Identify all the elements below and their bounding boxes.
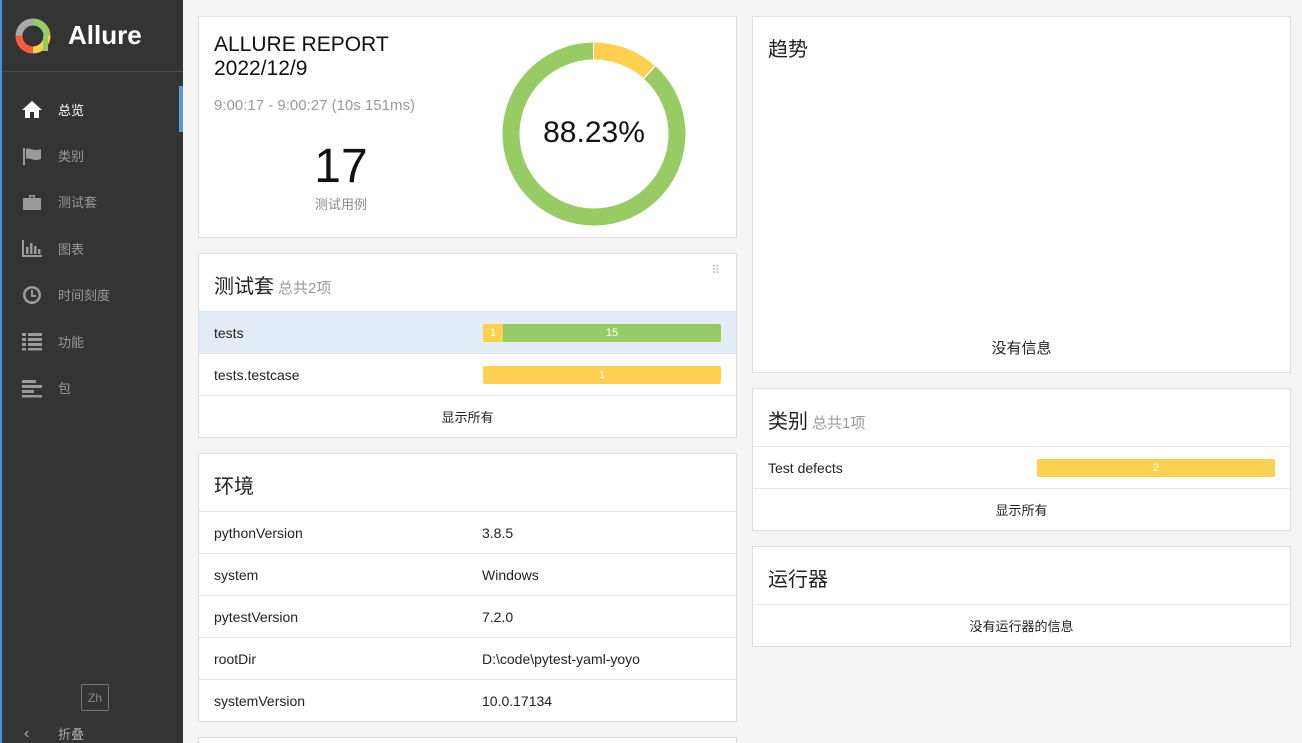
executors-header: 运行器 [753,547,1290,604]
suite-row[interactable]: tests 1 15 [199,311,736,353]
environment-header: 环境 [199,454,736,511]
sidebar-item-label: 图表 [58,241,85,257]
suite-row[interactable]: tests.testcase 1 [199,353,736,395]
trend-no-info: 没有信息 [991,340,1052,357]
category-status-bar: 2 [1037,459,1275,477]
suites-header: 测试套 总共2项 ⠿ [199,254,736,311]
env-value: D:\code\pytest-yaml-yoyo [482,650,640,667]
sidebar-item-label: 类别 [58,149,85,165]
align-left-icon [20,378,44,398]
collapse-label: 折叠 [58,727,85,742]
environment-widget: 环境 pythonVersion 3.8.5 system Windows py… [198,453,737,722]
env-key: pythonVersion [214,524,303,541]
env-value: 7.2.0 [482,608,514,625]
executors-widget: 运行器 没有运行器的信息 [752,546,1291,647]
sidebar-item-timeline[interactable]: 时间刻度 [2,272,183,318]
categories-header: 类别 总共1项 [753,389,1290,446]
suite-status-bar: 1 [483,366,721,384]
categories-count: 总共1项 [812,415,866,432]
flag-icon [20,146,44,166]
trend-title: 趋势 [768,39,808,61]
category-name: Test defects [768,459,843,476]
executors-title: 运行器 [768,569,828,591]
next-widget-partial [198,737,737,743]
trend-header: 趋势 [753,17,1290,74]
suite-status-bar: 1 15 [483,324,721,342]
env-value: 10.0.17134 [482,692,553,709]
executors-no-info: 没有运行器的信息 [753,604,1290,646]
show-all-categories-link[interactable]: 显示所有 [753,488,1290,530]
category-row[interactable]: Test defects 2 [753,446,1290,488]
env-value: Windows [482,566,539,583]
env-row: systemVersion 10.0.17134 [199,679,736,721]
language-button[interactable]: Zh [81,684,109,711]
report-time-range: 9:00:17 - 9:00:27 (10s 151ms) [214,97,415,114]
chevron-left-icon: ‹ [24,724,30,742]
report-title-name: ALLURE REPORT [214,33,389,56]
passed-segment: 15 [503,324,721,342]
sidebar-item-overview[interactable]: 总览 [2,86,183,133]
env-value: 3.8.5 [482,524,514,541]
summary-widget: ALLURE REPORT 2022/12/9 9:00:17 - 9:00:2… [198,16,737,238]
env-key: systemVersion [214,692,306,709]
collapse-button[interactable]: ‹ 折叠 [24,724,84,743]
brand[interactable]: Allure [2,0,183,72]
report-date: 2022/12/9 [214,57,308,80]
brand-name: Allure [68,20,142,50]
categories-widget: 类别 总共1项 Test defects 2 显示所有 [752,388,1291,531]
sidebar-item-label: 功能 [58,334,85,350]
categories-title: 类别 总共1项 [768,411,865,433]
allure-logo-icon [15,18,51,53]
env-row: system Windows [199,553,736,595]
show-all-suites-link[interactable]: 显示所有 [199,395,736,437]
sidebar-item-label: 时间刻度 [58,288,111,304]
test-case-count: 17 [314,140,368,193]
broken-segment: 1 [483,324,503,342]
suites-title: 测试套 总共2项 [214,276,331,298]
suite-name: tests.testcase [214,366,300,383]
sidebar: Allure 总览 类别 测试套 图表 时间刻度 功能 包 Zh ‹ 折叠 [0,0,183,743]
suites-widget: 测试套 总共2项 ⠿ tests 1 15 tests.testcase 1 显示… [198,253,737,438]
report-title: ALLURE REPORT 2022/12/9 [214,33,389,81]
clock-icon [20,285,44,305]
suites-count: 总共2项 [278,280,332,297]
sidebar-item-label: 测试套 [58,195,98,211]
suite-name: tests [214,324,244,341]
sidebar-item-label: 总览 [58,102,85,118]
sidebar-item-packages[interactable]: 包 [2,364,183,410]
briefcase-icon [20,192,44,212]
pass-rate-value: 88.23% [543,116,645,149]
categories-title-text: 类别 [768,411,808,433]
sidebar-item-label: 包 [58,381,72,397]
env-key: system [214,566,259,583]
home-icon [20,99,44,119]
drag-handle-icon[interactable]: ⠿ [711,264,721,276]
env-row: pythonVersion 3.8.5 [199,511,736,553]
sidebar-nav: 总览 类别 测试套 图表 时间刻度 功能 包 [2,86,183,411]
suites-title-text: 测试套 [214,276,274,298]
sidebar-item-categories[interactable]: 类别 [2,132,183,178]
trend-widget: 趋势 没有信息 [752,16,1291,373]
test-case-count-label: 测试用例 [314,197,367,212]
env-row: rootDir D:\code\pytest-yaml-yoyo [199,637,736,679]
bar-chart-icon [20,238,44,258]
sidebar-item-graphs[interactable]: 图表 [2,225,183,271]
broken-segment: 1 [483,366,721,384]
sidebar-item-suites[interactable]: 测试套 [2,179,183,225]
env-key: rootDir [214,650,257,667]
list-icon [20,331,44,351]
environment-title: 环境 [214,476,254,498]
broken-segment: 2 [1037,459,1275,477]
env-row: pytestVersion 7.2.0 [199,595,736,637]
env-key: pytestVersion [214,608,299,625]
sidebar-item-behaviors[interactable]: 功能 [2,318,183,364]
